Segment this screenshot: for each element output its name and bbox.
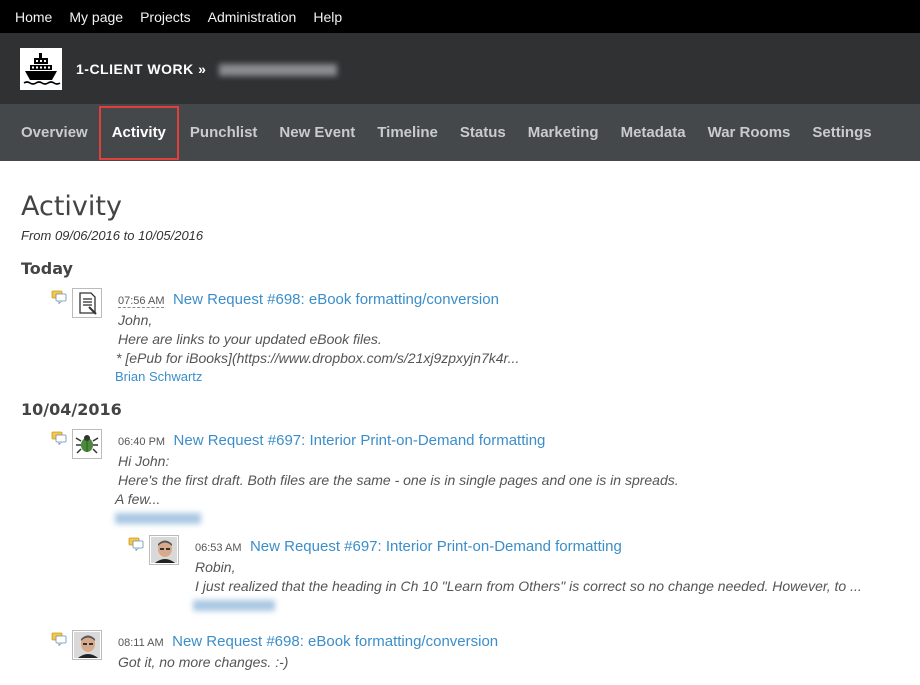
nav-home[interactable]: Home <box>15 9 52 25</box>
activity-link-line: * [ePub for iBooks](https://www.dropbox.… <box>116 350 520 366</box>
activity-time: 07:56 AM <box>118 295 165 308</box>
tab-war-rooms[interactable]: War Rooms <box>697 106 802 160</box>
activity-request-link[interactable]: New Request #698: eBook formatting/conve… <box>173 291 499 308</box>
tab-settings[interactable]: Settings <box>801 106 882 160</box>
comment-bubble-icon <box>51 290 67 304</box>
activity-request-link[interactable]: New Request #698: eBook formatting/conve… <box>172 633 498 650</box>
activity-time: 06:40 PM <box>118 436 166 448</box>
activity-line: John, <box>118 312 153 328</box>
user-avatar <box>149 535 179 565</box>
nav-my-page[interactable]: My page <box>69 9 123 25</box>
comment-bubble-icon <box>51 632 67 646</box>
activity-author[interactable]: Brian Schwartz <box>115 369 899 384</box>
activity-line: Here's the first draft. Both files are t… <box>118 472 679 488</box>
project-header: 1-CLIENT WORK » <box>0 33 920 104</box>
comment-bubble-icon <box>128 537 144 551</box>
tab-activity[interactable]: Activity <box>98 105 179 160</box>
top-navigation: Home My page Projects Administration Hel… <box>0 0 920 33</box>
activity-item: 08:11 AM New Request #698: eBook formatt… <box>51 630 899 672</box>
ship-logo-icon[interactable] <box>20 47 62 90</box>
activity-line: Hi John: <box>118 453 170 469</box>
day-heading-date: 10/04/2016 <box>21 400 122 419</box>
activity-request-link[interactable]: New Request #697: Interior Print-on-Dema… <box>174 432 546 449</box>
project-menu: Overview Activity Punchlist New Event Ti… <box>0 104 920 161</box>
tab-overview[interactable]: Overview <box>10 106 99 160</box>
activity-reply: 06:53 AM New Request #697: Interior Prin… <box>128 535 899 616</box>
tab-marketing[interactable]: Marketing <box>517 106 610 160</box>
activity-line: Got it, no more changes. :-) <box>118 654 289 670</box>
tab-timeline[interactable]: Timeline <box>366 106 449 160</box>
nav-help[interactable]: Help <box>313 9 342 25</box>
document-avatar-icon <box>72 288 102 318</box>
tab-status[interactable]: Status <box>449 106 517 160</box>
activity-time: 06:53 AM <box>195 542 242 554</box>
activity-line: A few... <box>115 491 161 507</box>
activity-line: Here are links to your updated eBook fil… <box>118 331 382 347</box>
redacted-author[interactable] <box>193 600 275 611</box>
redacted-project-name <box>218 63 337 76</box>
tab-new-event[interactable]: New Event <box>268 106 366 160</box>
project-label[interactable]: 1-CLIENT WORK » <box>76 61 206 77</box>
tab-punchlist[interactable]: Punchlist <box>179 106 269 160</box>
nav-projects[interactable]: Projects <box>140 9 191 25</box>
bug-avatar-icon <box>72 429 102 459</box>
page-title: Activity <box>21 191 122 222</box>
activity-request-link[interactable]: New Request #697: Interior Print-on-Dema… <box>250 538 622 555</box>
activity-item: 07:56 AM New Request #698: eBook formatt… <box>51 288 899 384</box>
date-range: From 09/06/2016 to 10/05/2016 <box>21 228 204 243</box>
activity-line: I just realized that the heading in Ch 1… <box>195 578 862 594</box>
user-avatar <box>72 630 102 660</box>
activity-line: Robin, <box>195 559 236 575</box>
tab-metadata[interactable]: Metadata <box>610 106 697 160</box>
activity-item: 06:40 PM New Request #697: Interior Prin… <box>51 429 899 616</box>
redacted-author[interactable] <box>115 513 201 524</box>
project-title: 1-CLIENT WORK » <box>76 61 337 77</box>
day-heading-today: Today <box>21 259 73 278</box>
comment-bubble-icon <box>51 431 67 445</box>
nav-administration[interactable]: Administration <box>208 9 297 25</box>
activity-time: 08:11 AM <box>118 637 164 649</box>
activity-content: Activity From 09/06/2016 to 10/05/2016 T… <box>0 191 920 672</box>
